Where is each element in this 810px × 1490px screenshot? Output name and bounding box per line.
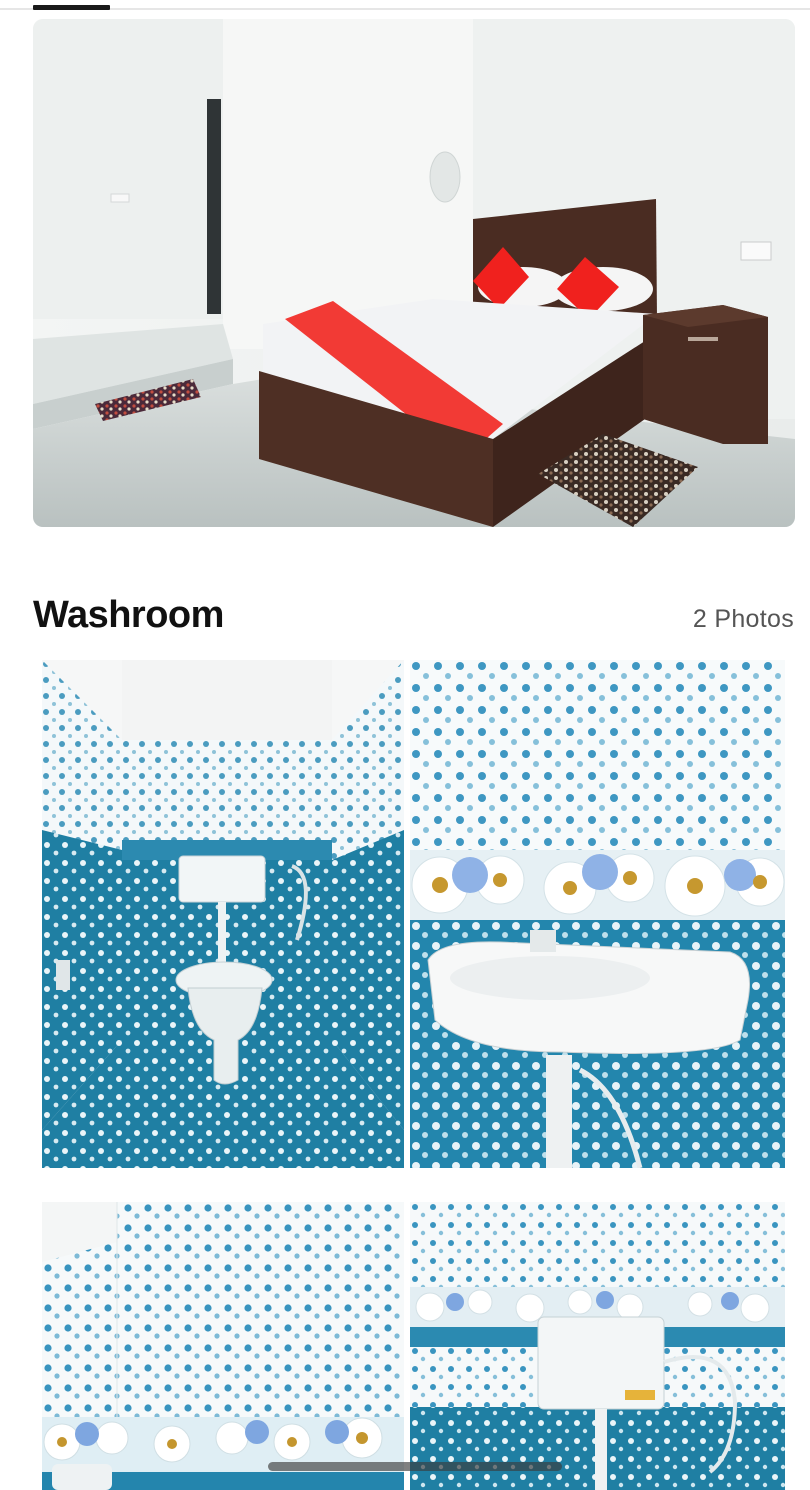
tiles-corner-photo[interactable] — [42, 1202, 404, 1490]
home-indicator — [268, 1462, 562, 1471]
active-tab-indicator[interactable] — [33, 5, 110, 10]
toilet-photo[interactable] — [42, 660, 404, 1168]
toilet-cistern-photo[interactable] — [410, 1202, 785, 1490]
washroom-photo-count[interactable]: 2 Photos — [693, 605, 794, 634]
tab-bar-divider — [0, 8, 810, 10]
washroom-section-title: Washroom — [33, 594, 224, 636]
room-bed-photo[interactable] — [33, 19, 795, 527]
sink-photo[interactable] — [410, 660, 785, 1168]
